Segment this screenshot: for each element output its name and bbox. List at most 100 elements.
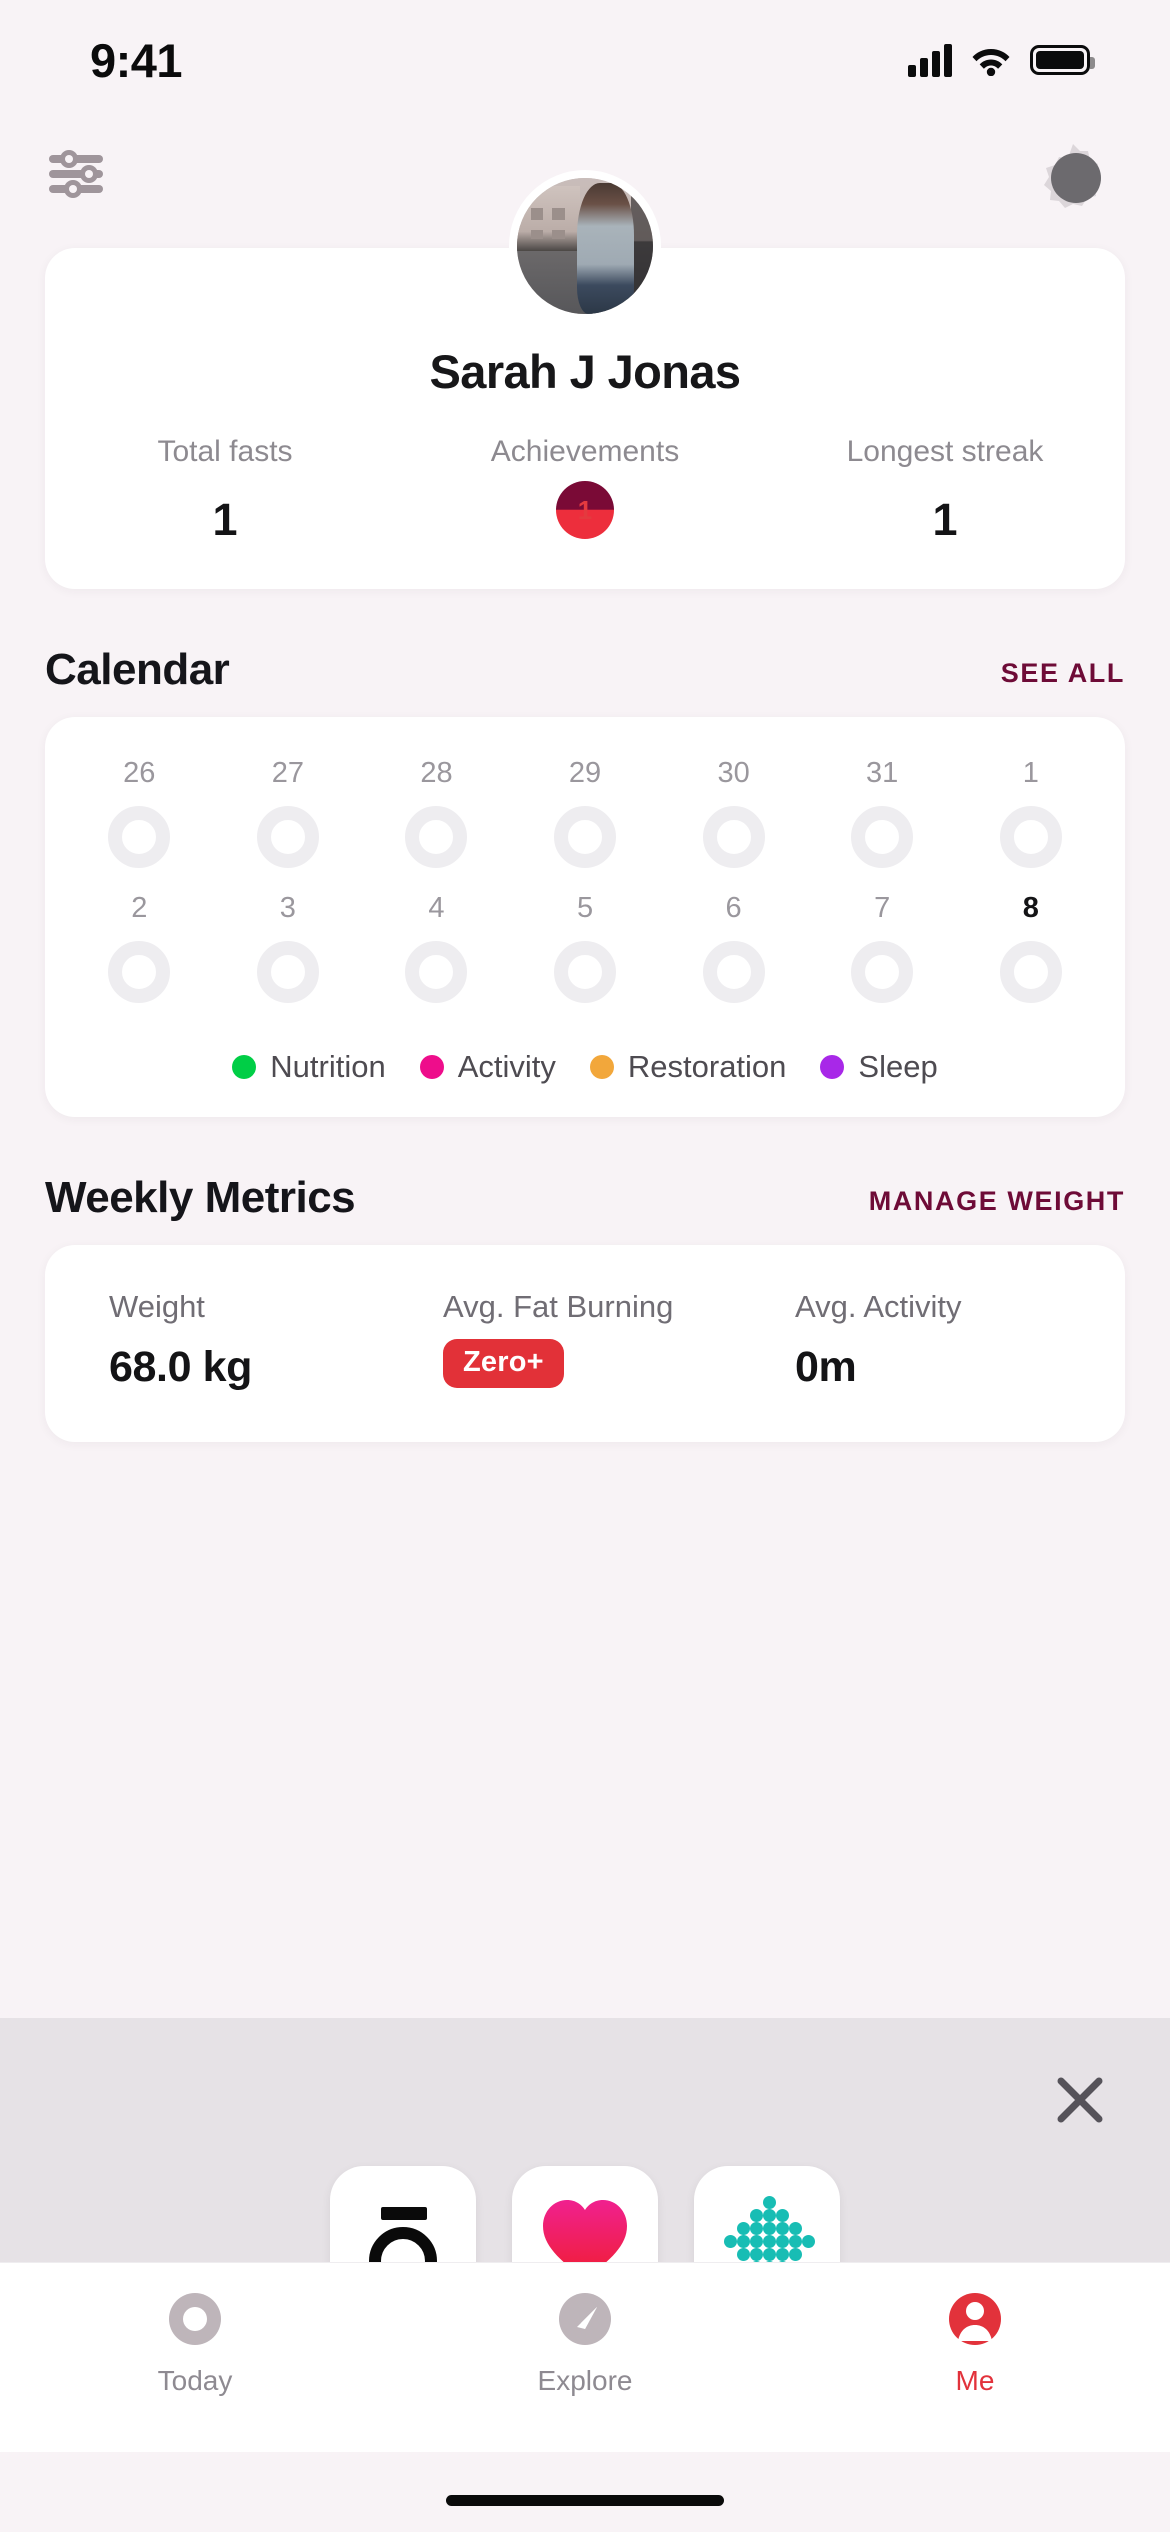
tab-me[interactable]: Me [780,2287,1170,2397]
calendar-header: Calendar SEE ALL [45,645,1125,695]
calendar-day-4[interactable]: 4 [362,892,511,1003]
status-bar: 9:41 [0,0,1170,120]
stat-label: Longest streak [846,435,1044,468]
avatar-photo [517,178,653,314]
calendar-day-ring [108,806,171,868]
weekly-metrics-header: Weekly Metrics MANAGE WEIGHT [45,1173,1125,1223]
calendar-day-ring [999,806,1062,868]
calendar-day-ring [851,806,914,868]
bottom-tab-bar: Today Explore Me [0,2262,1170,2452]
stat-label: Total fasts [157,435,293,468]
home-indicator [446,2495,724,2506]
metric-value: 68.0 kg [109,1343,253,1391]
calendar-week-row: 2 3 4 5 6 7 8 [45,892,1125,1003]
battery-icon [1030,45,1095,75]
cellular-signal-icon [908,43,952,77]
calendar-day-ring [256,941,319,1003]
achievement-badge: 1 [556,481,614,539]
calendar-day-ring [851,941,914,1003]
calendar-day-31[interactable]: 31 [808,757,957,868]
calendar-day-ring [702,941,765,1003]
tab-label: Today [157,2365,233,2396]
calendar-day-ring [554,941,617,1003]
settings-button[interactable] [1038,140,1108,210]
profile-name: Sarah J Jonas [429,345,742,398]
legend-item-nutrition: Nutrition [232,1049,386,1085]
metric-value: 0m [795,1343,857,1391]
stat-longest-streak[interactable]: Longest streak 1 [765,435,1125,549]
user-avatar[interactable] [509,170,661,322]
calendar-day-5[interactable]: 5 [511,892,660,1003]
tab-today[interactable]: Today [0,2287,390,2397]
metric-avg-fat-burning[interactable]: Avg. Fat Burning Zero+ [409,1289,761,1392]
calendar-day-ring [554,806,617,868]
calendar-day-number: 6 [725,892,742,924]
status-bar-indicators [908,43,1095,77]
metric-avg-activity[interactable]: Avg. Activity 0m [761,1289,1095,1392]
stat-value: 1 [212,494,238,545]
calendar-day-number: 7 [874,892,891,924]
calendar-card: 26 27 28 29 30 31 1 2 3 4 5 6 7 8 Nutrition Activity R… [45,717,1125,1117]
calendar-day-number: 27 [271,757,304,789]
close-button[interactable] [1052,2072,1108,2128]
legend-item-sleep: Sleep [820,1049,938,1085]
metric-label: Weight [109,1289,205,1324]
calendar-day-number: 30 [717,757,750,789]
calendar-day-3[interactable]: 3 [214,892,363,1003]
metric-label: Avg. Fat Burning [443,1289,674,1324]
calendar-day-number: 1 [1022,757,1039,789]
close-icon [1057,2077,1103,2123]
calendar-day-1[interactable]: 1 [956,757,1105,868]
calendar-day-8[interactable]: 8 [956,892,1105,1003]
calendar-day-ring [256,806,319,868]
calendar-day-number: 29 [568,757,602,789]
calendar-day-26[interactable]: 26 [65,757,214,868]
calendar-day-number: 28 [420,757,453,789]
tab-explore[interactable]: Explore [390,2287,780,2397]
stat-achievements[interactable]: Achievements 1 [405,435,765,549]
legend-label: Sleep [858,1049,938,1084]
status-bar-time: 9:41 [90,33,183,87]
calendar-day-28[interactable]: 28 [362,757,511,868]
stat-value: 1 [932,494,958,545]
tab-label: Explore [537,2365,633,2396]
profile-section: Sarah J Jonas Total fasts 1 Achievements… [45,170,1125,589]
legend-label: Activity [457,1049,556,1084]
legend-label: Nutrition [270,1049,386,1084]
calendar-week-row: 26 27 28 29 30 31 1 [45,757,1125,868]
gear-icon [1044,144,1101,208]
ring-icon [169,2293,221,2345]
metric-badge: Zero+ [443,1339,564,1388]
metric-label: Avg. Activity [795,1289,962,1324]
calendar-day-7[interactable]: 7 [808,892,957,1003]
legend-label: Restoration [627,1049,787,1084]
weekly-metrics-card: Weight 68.0 kg Avg. Fat Burning Zero+ Avg. A… [45,1245,1125,1442]
calendar-day-ring [405,806,468,868]
calendar-legend: Nutrition Activity Restoration Sleep [45,1027,1125,1093]
stat-label: Achievements [490,435,680,468]
legend-dot-icon [589,1055,614,1079]
filters-button[interactable] [45,142,107,209]
legend-item-restoration: Restoration [589,1049,787,1085]
calendar-day-ring [702,806,765,868]
calendar-day-ring [108,941,171,1003]
calendar-day-number: 4 [428,892,445,924]
calendar-day-29[interactable]: 29 [511,757,660,868]
person-icon [949,2293,1001,2345]
calendar-see-all-button[interactable]: SEE ALL [1001,658,1125,695]
legend-item-activity: Activity [419,1049,556,1085]
calendar-day-2[interactable]: 2 [65,892,214,1003]
manage-weight-button[interactable]: MANAGE WEIGHT [869,1186,1125,1223]
metric-weight[interactable]: Weight 68.0 kg [75,1289,409,1392]
legend-dot-icon [419,1055,444,1079]
weekly-metrics-row: Weight 68.0 kg Avg. Fat Burning Zero+ Avg. A… [45,1289,1125,1392]
calendar-day-6[interactable]: 6 [659,892,808,1003]
calendar-day-30[interactable]: 30 [659,757,808,868]
calendar-title: Calendar [45,645,230,694]
wifi-icon [972,49,1010,76]
stat-total-fasts[interactable]: Total fasts 1 [45,435,405,549]
calendar-day-number: 2 [131,892,148,924]
tab-label: Me [955,2365,995,2396]
calendar-day-27[interactable]: 27 [214,757,363,868]
legend-dot-icon [820,1055,845,1079]
